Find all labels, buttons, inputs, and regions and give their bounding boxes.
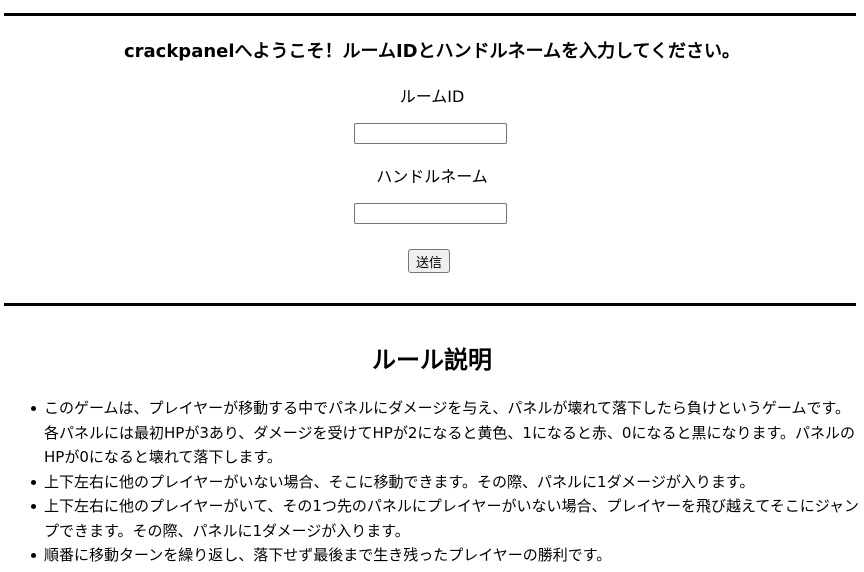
rule-item: 順番に移動ターンを繰り返し、落下せず最後まで生き残ったプレイヤーの勝利です。 — [31, 543, 862, 568]
room-id-input[interactable] — [354, 123, 507, 144]
rules-title: ルール説明 — [372, 346, 492, 374]
rules-list: このゲームは、プレイヤーが移動する中でパネルにダメージを与え、パネルが壊れて落下… — [31, 396, 862, 568]
handle-name-input[interactable] — [354, 203, 507, 224]
handle-name-label: ハンドルネーム — [376, 167, 488, 186]
top-divider — [4, 13, 856, 16]
submit-button[interactable]: 送信 — [408, 249, 450, 273]
section-divider — [4, 303, 856, 306]
room-id-label: ルームID — [399, 87, 465, 106]
welcome-message: crackpanelへようこそ！ルームIDとハンドルネームを入力してください。 — [123, 41, 741, 62]
rule-item: このゲームは、プレイヤーが移動する中でパネルにダメージを与え、パネルが壊れて落下… — [31, 396, 862, 470]
rule-item: 上下左右に他のプレイヤーがいて、その1つ先のパネルにプレイヤーがいない場合、プレ… — [31, 494, 862, 543]
rule-item: 上下左右に他のプレイヤーがいない場合、そこに移動できます。その際、パネルに1ダメ… — [31, 470, 862, 495]
